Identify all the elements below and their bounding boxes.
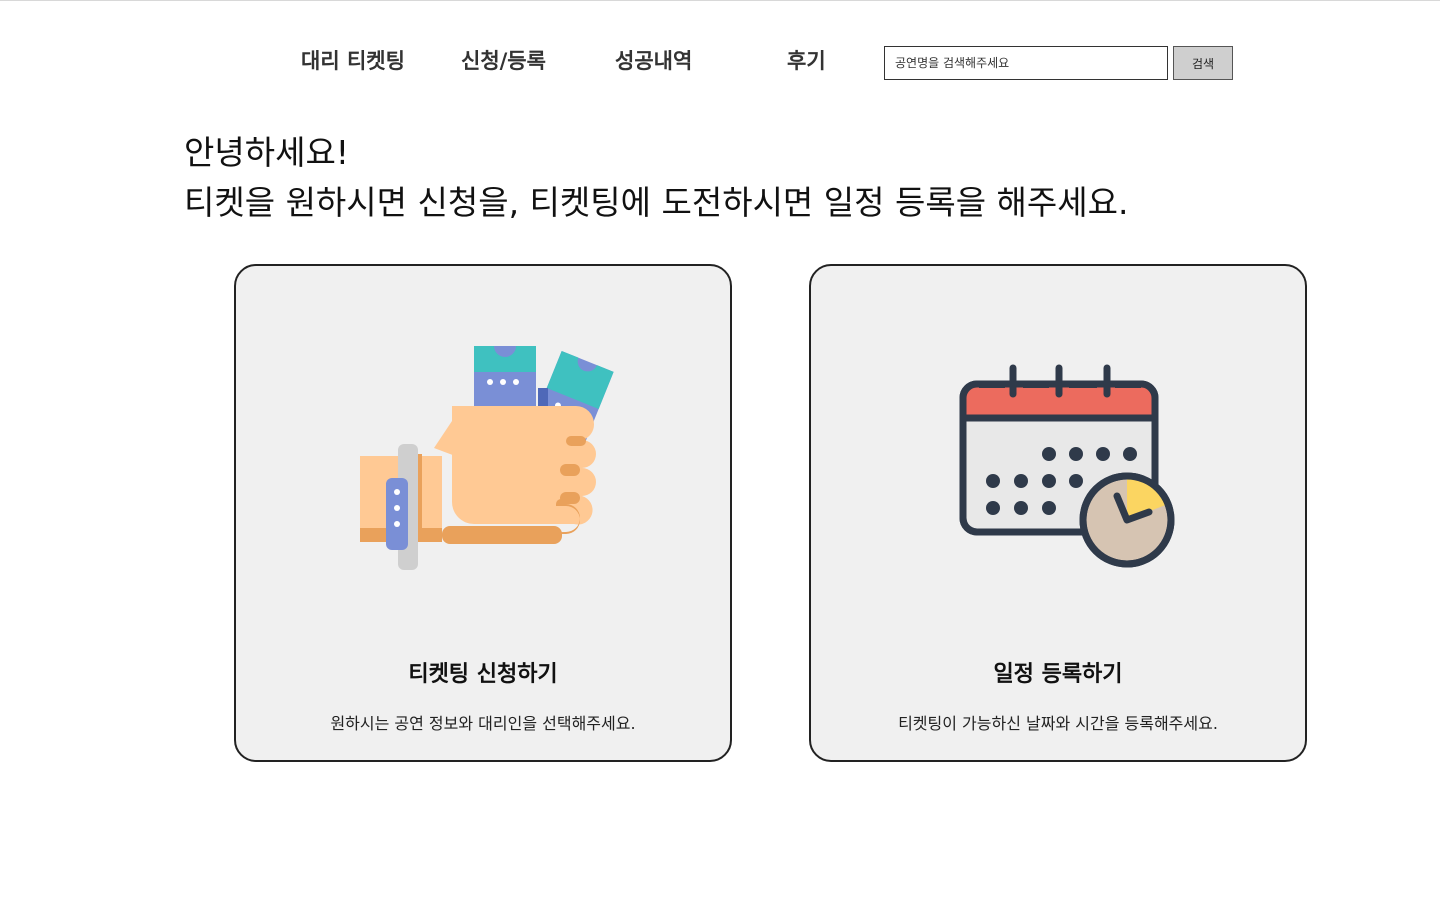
nav-item-success-history[interactable]: 성공내역 — [615, 44, 692, 80]
card-title: 일정 등록하기 — [993, 662, 1123, 687]
card-description: 티켓팅이 가능하신 날짜와 시간을 등록해주세요. — [898, 714, 1218, 733]
search-button[interactable]: 검색 — [1173, 46, 1233, 80]
greeting: 안녕하세요! 티켓을 원하시면 신청을, 티켓팅에 도전하시면 일정 등록을 해… — [184, 128, 1129, 228]
greeting-subtitle: 티켓을 원하시면 신청을, 티켓팅에 도전하시면 일정 등록을 해주세요. — [184, 183, 1129, 222]
card-title: 티켓팅 신청하기 — [408, 662, 558, 687]
calendar-clock-icon — [959, 364, 1175, 568]
top-border — [0, 0, 1440, 1]
ticket-request-card[interactable]: 티켓팅 신청하기 원하시는 공연 정보와 대리인을 선택해주세요. — [234, 264, 732, 762]
nav-item-reviews[interactable]: 후기 — [787, 44, 826, 80]
hand-holding-tickets-icon — [360, 346, 614, 570]
nav-item-apply-register[interactable]: 신청/등록 — [461, 44, 546, 80]
greeting-title: 안녕하세요! — [184, 133, 350, 172]
card-description: 원하시는 공연 정보와 대리인을 선택해주세요. — [330, 714, 636, 733]
nav-item-proxy-ticketing[interactable]: 대리 티켓팅 — [301, 44, 405, 80]
search-input[interactable] — [884, 46, 1168, 80]
schedule-register-card[interactable]: 일정 등록하기 티켓팅이 가능하신 날짜와 시간을 등록해주세요. — [809, 264, 1307, 762]
